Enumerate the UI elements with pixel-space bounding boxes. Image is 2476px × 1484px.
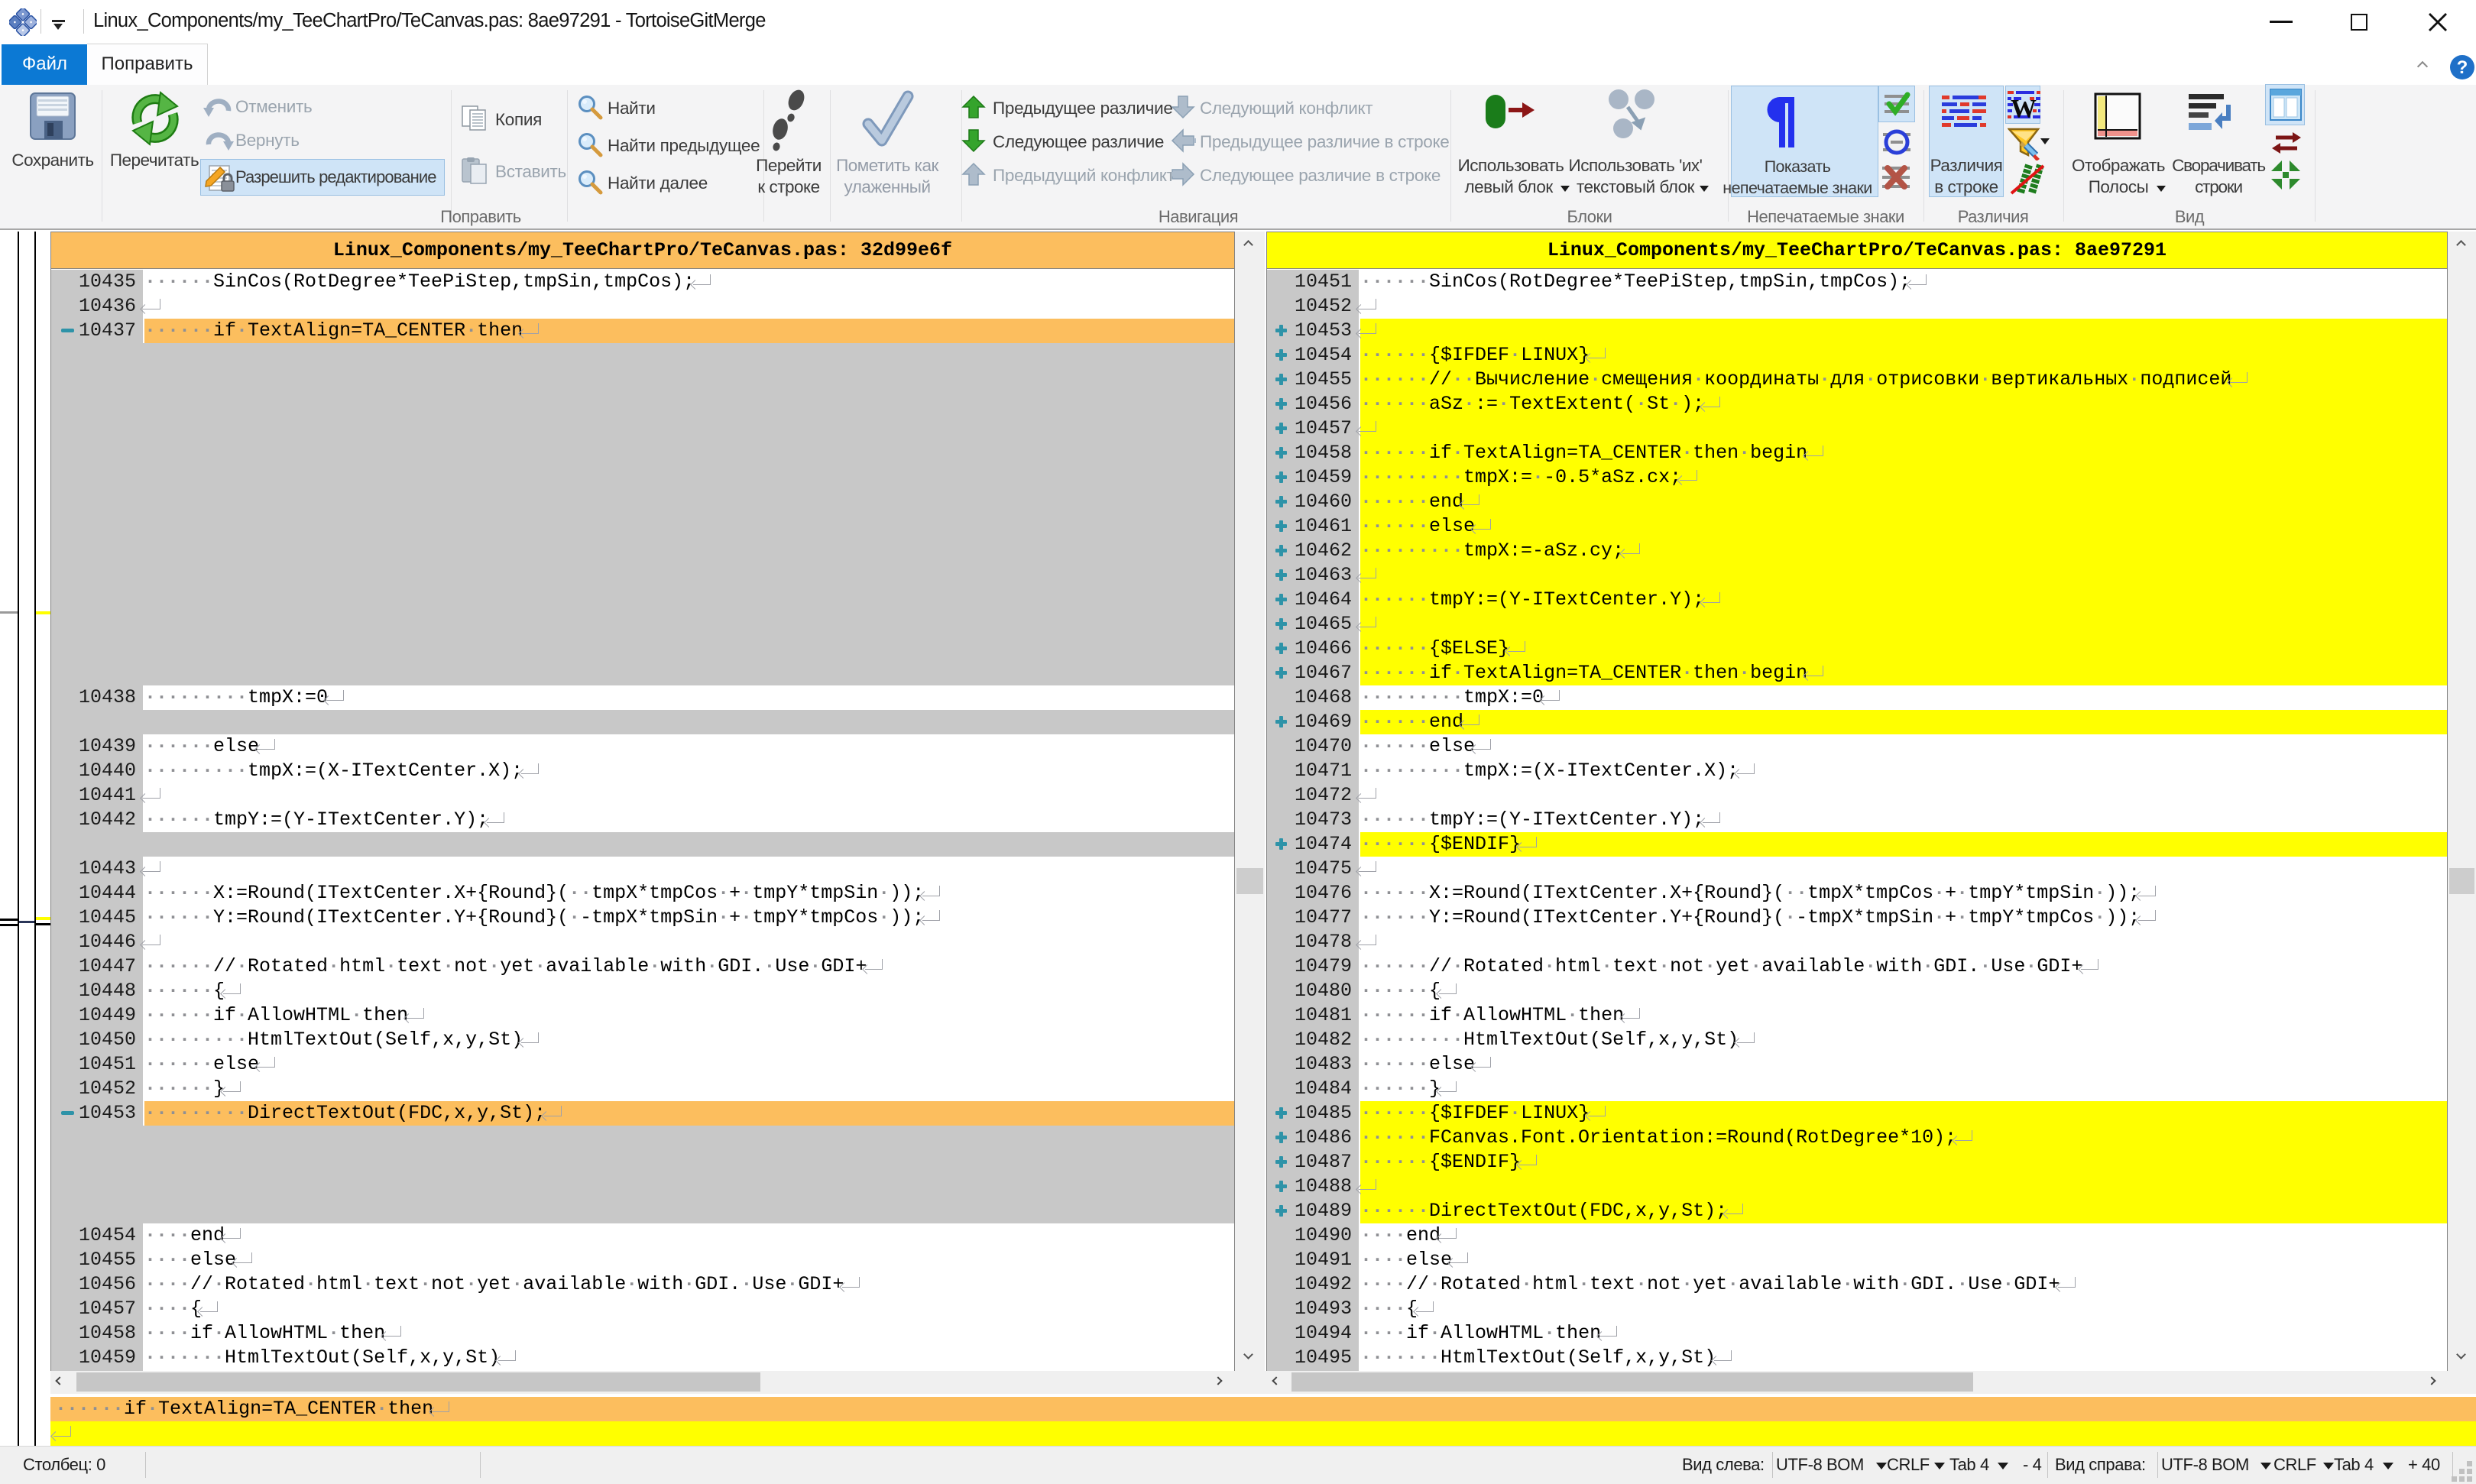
svg-text:?: ? <box>2457 57 2468 78</box>
svg-text:W: W <box>2011 95 2037 122</box>
